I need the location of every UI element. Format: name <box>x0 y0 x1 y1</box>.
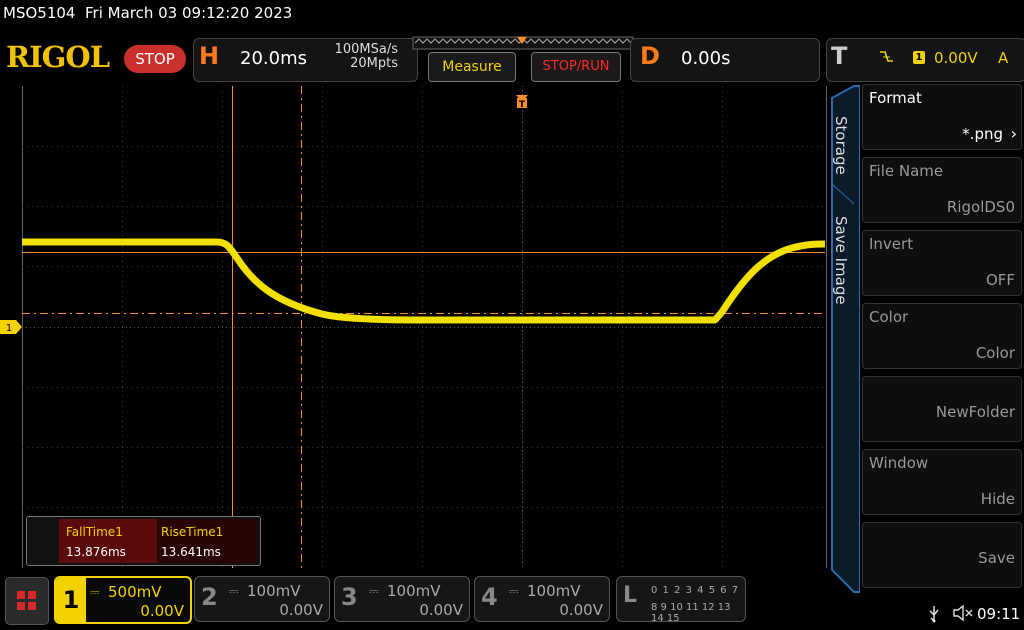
menu-format-value: *.png <box>962 125 1003 143</box>
horizontal-letter: H <box>199 42 220 70</box>
menu-window-title: Window <box>869 454 929 472</box>
menu-window-value: Hide <box>980 490 1015 508</box>
menu-new-folder-value: NewFolder <box>935 403 1015 421</box>
channel-3-scale: 100mV <box>387 582 441 600</box>
menu-format[interactable]: Format *.png › <box>862 84 1022 150</box>
measure-button[interactable]: Measure <box>428 52 516 82</box>
logic-letter: L <box>623 583 638 608</box>
usb-icon <box>928 605 940 627</box>
svg-text:T: T <box>519 100 526 110</box>
channel-2-box[interactable]: 2 ⎓ 100mV 0.00V <box>194 576 330 622</box>
tab-save-image[interactable]: Save Image <box>832 216 850 305</box>
menu-window[interactable]: Window Hide <box>862 449 1022 515</box>
trigger-level: 0.00V <box>934 49 978 67</box>
dc-coupling-icon: ⎓ <box>229 584 239 598</box>
rigol-logo: RIGOL <box>6 40 110 74</box>
ch1-offset-marker[interactable]: 1 <box>0 320 22 334</box>
menu-color-title: Color <box>869 308 909 326</box>
measurement-results[interactable]: FallTime1 13.876ms RiseTime1 13.641ms <box>26 516 261 566</box>
delay-value: 0.00s <box>681 48 731 69</box>
dc-coupling-icon: ⎓ <box>509 584 519 598</box>
menu-color-value: Color <box>975 344 1015 362</box>
trigger-position-strip <box>412 36 634 50</box>
channel-4-offset: 0.00V <box>559 601 603 619</box>
logic-channels-row-1: 0 1 2 3 4 5 6 7 <box>651 585 740 596</box>
menu-invert-value: OFF <box>985 271 1015 289</box>
menu-file-name[interactable]: File Name RigolDS0 <box>862 157 1022 223</box>
delay-letter: D <box>640 42 660 70</box>
menu-color[interactable]: Color Color <box>862 303 1022 369</box>
menu-format-title: Format <box>869 89 922 107</box>
ch1-waveform <box>22 238 825 324</box>
channel-1-number: 1 <box>56 578 86 622</box>
channel-3-number: 3 <box>341 583 358 611</box>
channel-2-scale: 100mV <box>247 582 301 600</box>
sample-rate: 100MSa/s <box>334 42 398 57</box>
memory-depth: 20Mpts <box>350 56 398 71</box>
run-state-badge[interactable]: STOP <box>124 45 186 73</box>
trigger-panel[interactable] <box>826 38 1024 82</box>
home-button[interactable] <box>5 577 49 625</box>
channel-4-box[interactable]: 4 ⎓ 100mV 0.00V <box>474 576 610 622</box>
menu-save[interactable]: Save <box>862 522 1022 588</box>
clock: 09:11 <box>977 605 1021 623</box>
trigger-mode: A <box>998 49 1009 67</box>
title-line: MSO5104 Fri March 03 09:12:20 2023 <box>3 4 292 22</box>
channel-2-number: 2 <box>201 583 218 611</box>
model-name: MSO5104 <box>3 4 76 22</box>
tab-storage[interactable]: Storage <box>832 116 850 175</box>
channel-1-offset: 0.00V <box>140 602 184 620</box>
rise-time-value: 13.641ms <box>161 545 221 559</box>
ch1-marker-label: 1 <box>6 323 12 334</box>
datetime: Fri March 03 09:12:20 2023 <box>85 4 293 22</box>
grid-icon <box>17 591 36 610</box>
mute-icon[interactable] <box>952 604 974 626</box>
channel-1-box[interactable]: 1 ⎓ 500mV 0.00V <box>54 576 192 624</box>
trigger-source-badge: 1 <box>913 51 925 64</box>
fall-time-label: FallTime1 <box>66 525 123 539</box>
menu-invert-title: Invert <box>869 235 914 253</box>
channel-4-number: 4 <box>481 583 498 611</box>
logic-channels-row-2: 8 9 10 11 12 13 14 15 <box>651 602 731 624</box>
waveform-grid: T <box>22 86 825 568</box>
menu-save-value: Save <box>978 549 1015 567</box>
dc-coupling-icon: ⎓ <box>369 584 379 598</box>
chevron-right-icon: › <box>1010 124 1017 143</box>
dc-coupling-icon: ⎓ <box>90 585 100 599</box>
trigger-letter: T <box>831 42 848 70</box>
stop-run-button[interactable]: STOP/RUN <box>531 52 621 82</box>
menu-invert[interactable]: Invert OFF <box>862 230 1022 296</box>
falling-edge-icon <box>878 48 894 68</box>
menu-file-name-value: RigolDS0 <box>946 198 1015 216</box>
logic-analyzer-box[interactable]: L 0 1 2 3 4 5 6 7 8 9 10 11 12 13 14 15 <box>616 576 746 624</box>
channel-2-offset: 0.00V <box>279 601 323 619</box>
channel-3-box[interactable]: 3 ⎓ 100mV 0.00V <box>334 576 470 622</box>
channel-3-offset: 0.00V <box>419 601 463 619</box>
menu-new-folder[interactable]: NewFolder <box>862 376 1022 442</box>
timebase-value: 20.0ms <box>240 48 307 69</box>
channel-4-scale: 100mV <box>527 582 581 600</box>
menu-file-name-title: File Name <box>869 162 944 180</box>
channel-1-scale: 500mV <box>108 583 162 601</box>
rise-time-label: RiseTime1 <box>161 525 224 539</box>
fall-time-value: 13.876ms <box>66 545 126 559</box>
